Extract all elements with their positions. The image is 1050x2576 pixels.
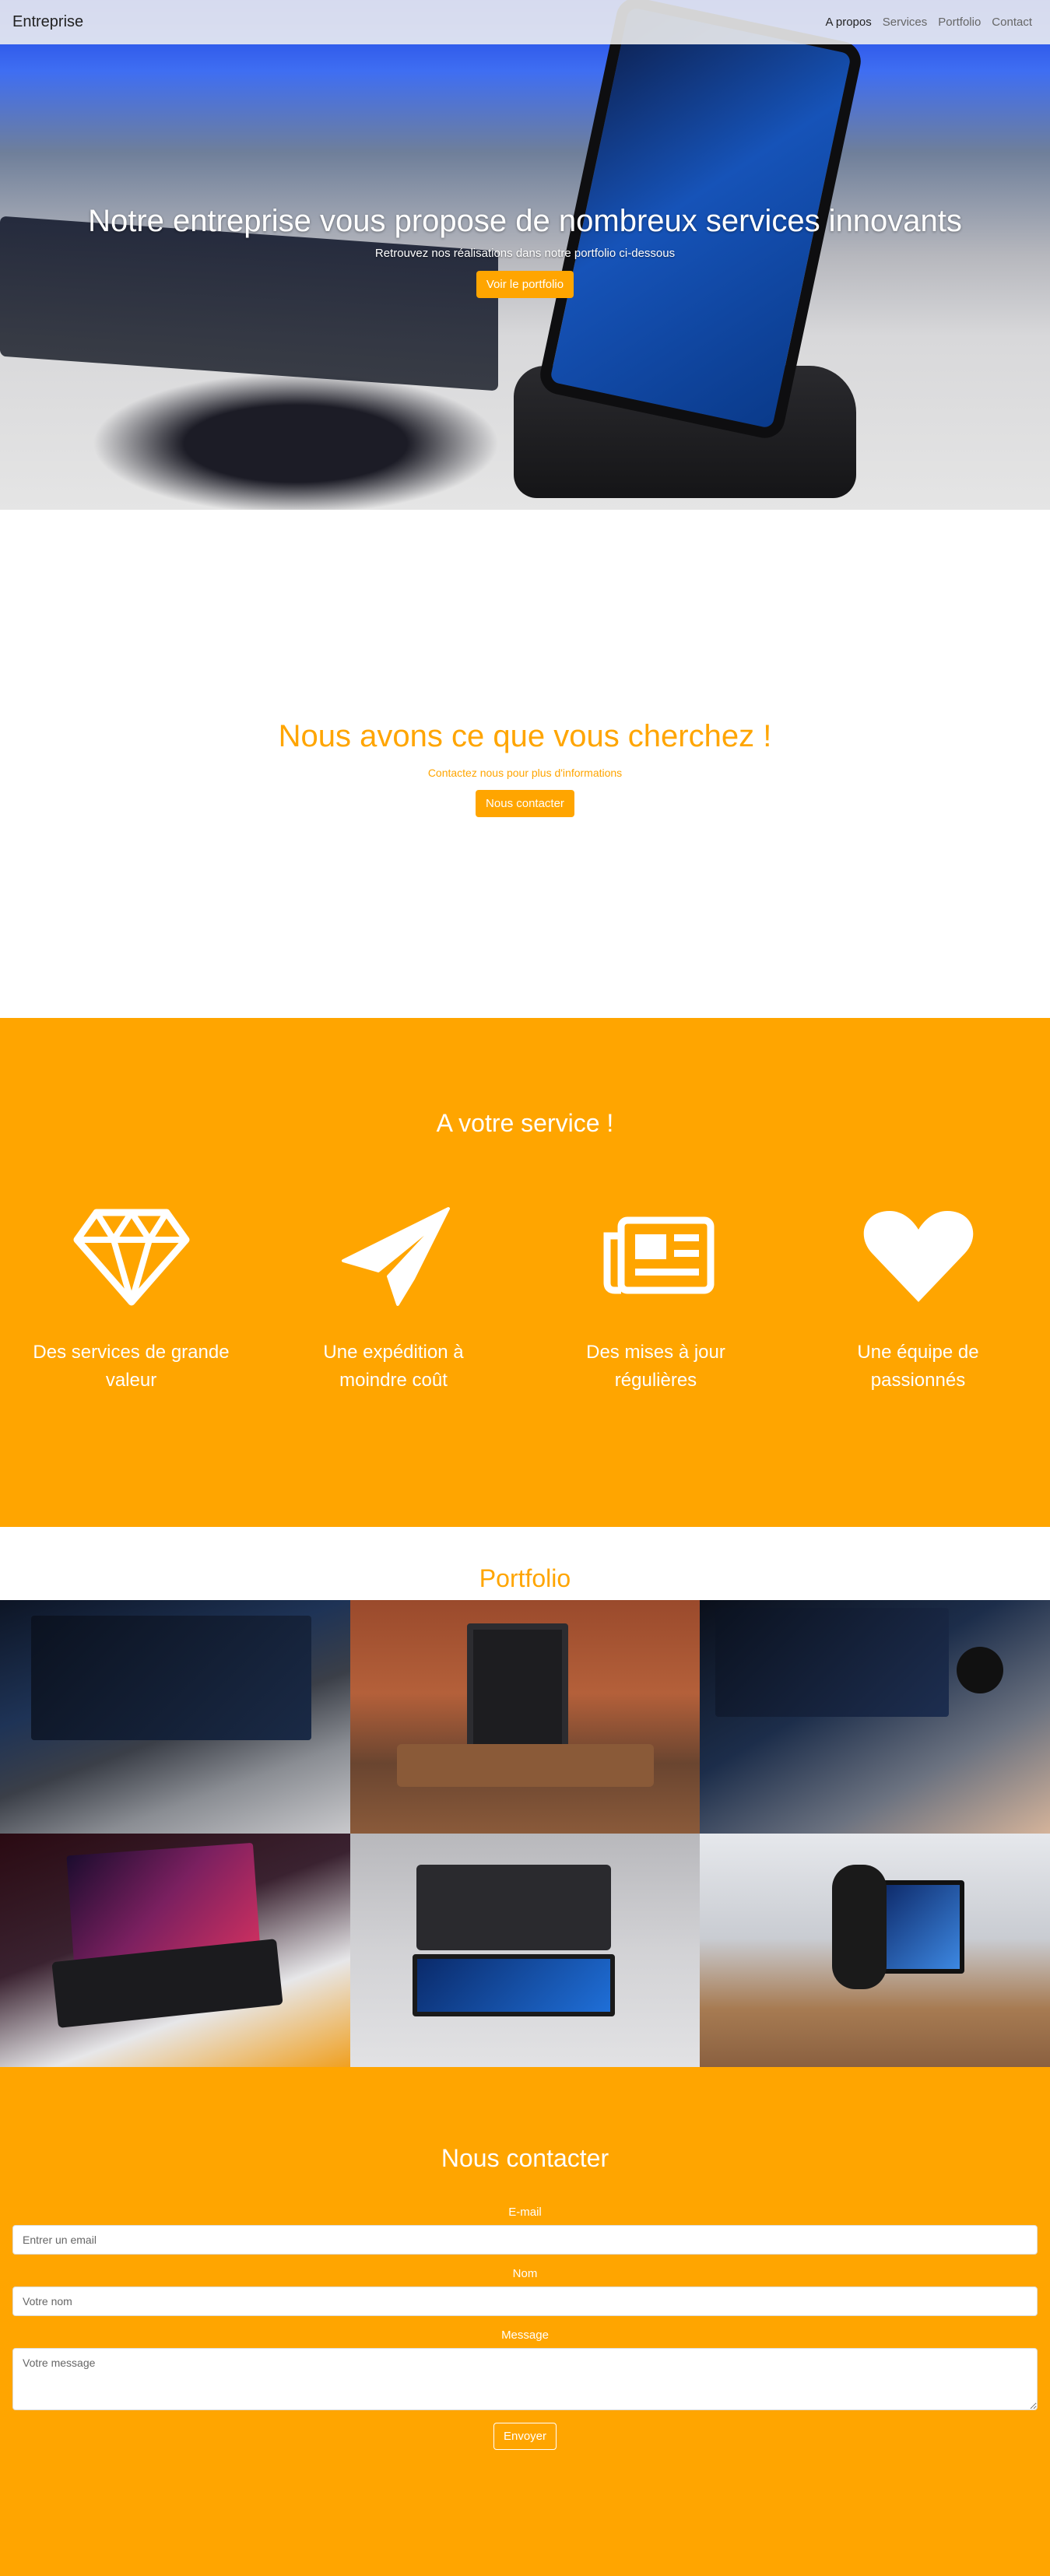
about-section: Nous avons ce que vous cherchez ! Contac…: [0, 510, 1050, 1018]
view-portfolio-button[interactable]: Voir le portfolio: [476, 271, 574, 298]
send-button[interactable]: Envoyer: [493, 2423, 557, 2450]
portfolio-image-mini-laptop[interactable]: [349, 1834, 701, 2067]
service-label: Des services de grande valeur: [33, 1342, 230, 1391]
about-title: Nous avons ce que vous cherchez !: [278, 718, 772, 753]
portfolio-section: Portfolio: [0, 1527, 1050, 2067]
contact-title: Nous contacter: [441, 2144, 609, 2172]
coffee-mug: [957, 1647, 1004, 1693]
services-section: A votre service ! Des services de grande…: [0, 1018, 1050, 1527]
paper-plane-icon: [341, 1207, 450, 1306]
diamond-icon: [73, 1209, 189, 1306]
hero-content: Notre entreprise vous propose de nombreu…: [0, 204, 1050, 298]
about-subtitle: Contactez nous pour plus d'informations: [427, 766, 623, 779]
message-label: Message: [501, 2329, 549, 2342]
portfolio-grid: [0, 1600, 1050, 2067]
laptop-screen: [412, 1954, 615, 2016]
laptop-screen: [715, 1608, 950, 1717]
contact-us-button[interactable]: Nous contacter: [476, 789, 574, 817]
message-field[interactable]: [12, 2348, 1038, 2410]
email-group: E-mail: [12, 2206, 1038, 2255]
laptop-screen: [31, 1616, 311, 1740]
nav-link-services[interactable]: Services: [877, 16, 933, 29]
nav-link-portfolio[interactable]: Portfolio: [932, 16, 986, 29]
nav-link-contact[interactable]: Contact: [986, 16, 1038, 29]
nav-links: A propos Services Portfolio Contact: [820, 16, 1038, 29]
contact-section: Nous contacter E-mail Nom Message Envoye…: [0, 2067, 1050, 2576]
tablet-screen: [466, 1623, 568, 1760]
contact-form: E-mail Nom Message Envoyer: [12, 2206, 1038, 2450]
portfolio-image-typing-laptop[interactable]: [700, 1600, 1050, 1834]
phone-screen: [879, 1880, 965, 1974]
laptop-keyboard: [416, 1865, 611, 1950]
service-item: Des services de grande valeur: [0, 1205, 262, 1395]
service-label: Une équipe de passionnés: [857, 1342, 979, 1391]
portfolio-image-gaming-laptop[interactable]: [0, 1834, 350, 2067]
service-item: Des mises à jour régulières: [525, 1205, 787, 1395]
portfolio-image-phone-dock[interactable]: [700, 1834, 1050, 2067]
service-item: Une équipe de passionnés: [787, 1205, 1049, 1395]
portfolio-title: Portfolio: [479, 1564, 571, 1592]
hero-subtitle: Retrouvez nos réalisations dans notre po…: [374, 247, 676, 260]
wooden-organizer: [396, 1744, 654, 1787]
service-item: Une expédition à moindre coût: [262, 1205, 525, 1395]
email-label: E-mail: [508, 2206, 542, 2219]
newspaper-icon: [603, 1216, 714, 1294]
services-title: A votre service !: [436, 1109, 614, 1137]
brand-logo[interactable]: Entreprise: [12, 13, 83, 31]
name-group: Nom: [12, 2267, 1038, 2316]
name-field[interactable]: [12, 2286, 1038, 2316]
message-group: Message: [12, 2329, 1038, 2410]
navbar: Entreprise A propos Services Portfolio C…: [0, 0, 1050, 44]
portfolio-image-laptop-code[interactable]: [0, 1600, 350, 1834]
email-field[interactable]: [12, 2225, 1038, 2255]
hero-section: Notre entreprise vous propose de nombreu…: [0, 0, 1050, 510]
nav-link-a-propos[interactable]: A propos: [820, 16, 877, 29]
name-label: Nom: [512, 2267, 538, 2280]
service-label: Une expédition à moindre coût: [323, 1342, 464, 1391]
handset: [832, 1865, 887, 1989]
portfolio-image-desk-organizer[interactable]: [349, 1600, 701, 1834]
services-row: Des services de grande valeur Une expédi…: [0, 1205, 1050, 1395]
service-label: Des mises à jour régulières: [586, 1342, 725, 1391]
heart-icon: [863, 1211, 973, 1302]
hero-title: Notre entreprise vous propose de nombreu…: [88, 204, 962, 238]
